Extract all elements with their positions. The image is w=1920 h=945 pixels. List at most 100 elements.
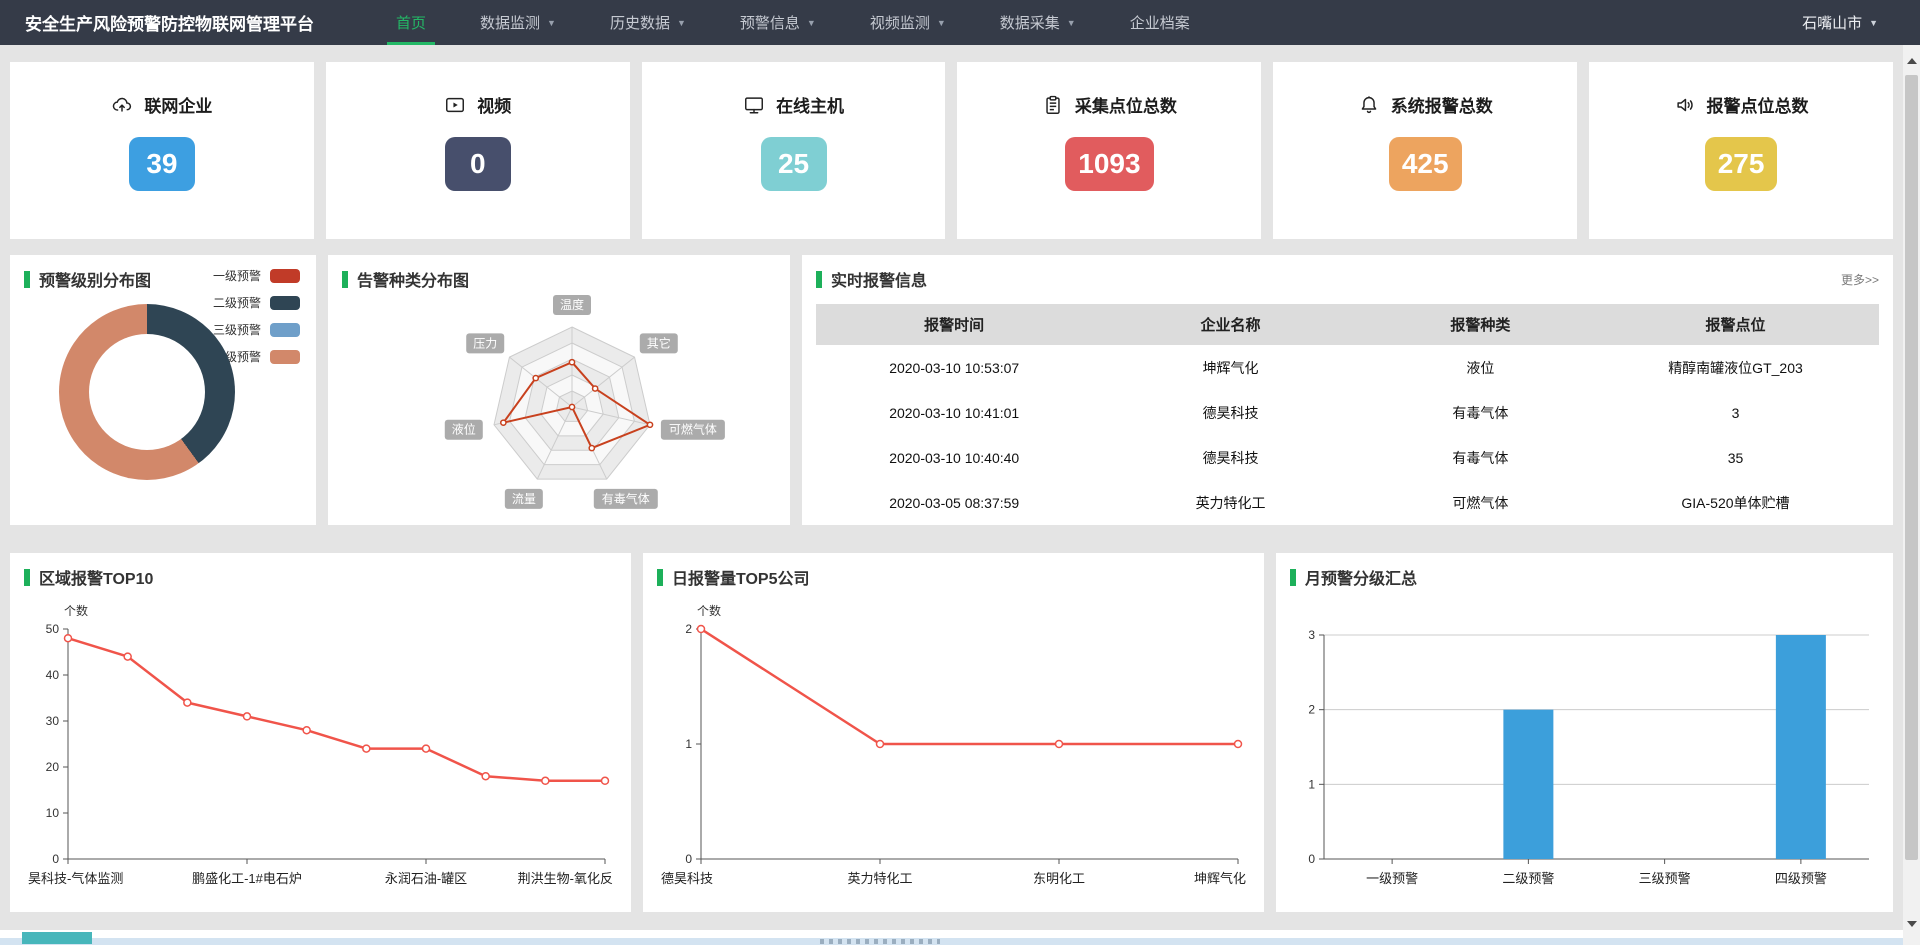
bar-3[interactable] [1776,635,1826,859]
vertical-scrollbar[interactable] [1903,45,1920,945]
horizontal-scrollbar[interactable] [0,938,1903,945]
top5-line-chart[interactable]: 012个数德昊科技英力特化工东明化工坤辉气化 [657,593,1250,903]
scrollbar-thumb[interactable] [1905,75,1918,860]
svg-text:3: 3 [1308,628,1315,642]
table-cell: 3 [1592,390,1879,435]
legend-item-0[interactable]: 一级预警 [213,267,300,284]
legend-swatch [270,350,300,364]
panel-title: 实时报警信息 [831,267,927,291]
stat-value-badge: 275 [1705,137,1778,191]
panel-title-row: 告警种类分布图 [342,267,776,291]
radar-axis-label: 压力 [466,333,504,353]
panel-region-alarm-top10: 区域报警TOP10 01020304050个数昊科技-气体监测鹏盛化工-1#电石… [10,553,631,912]
speaker-icon [1674,94,1696,116]
svg-text:昊科技-气体监测: 昊科技-气体监测 [28,871,123,886]
app-title: 安全生产风险预警防控物联网管理平台 [25,10,314,35]
table-cell: 德昊科技 [1092,435,1368,480]
table-cell: 有毒气体 [1369,435,1592,480]
nav-item-1[interactable]: 数据监测▼ [465,0,571,45]
region-selector[interactable]: 石嘴山市 ▼ [1802,12,1878,33]
panel-title-row: 区域报警TOP10 [24,565,617,589]
caret-down-icon: ▼ [677,18,686,28]
horizontal-scrollbar-thumb[interactable] [820,939,940,944]
nav-item-3[interactable]: 预警信息▼ [725,0,831,45]
donut-chart[interactable] [59,304,235,480]
panel-daily-alarm-top5: 日报警量TOP5公司 012个数德昊科技英力特化工东明化工坤辉气化 [643,553,1264,912]
bottom-left-teal-block [22,932,92,944]
nav-item-4[interactable]: 视频监测▼ [855,0,961,45]
radar-axis-label: 流量 [505,489,543,509]
radar-axis-label: 其它 [640,333,678,353]
stat-label: 在线主机 [776,92,844,117]
stat-label: 报警点位总数 [1707,92,1809,117]
stat-card-4: 系统报警总数425 [1273,62,1577,239]
panel-alarm-type-radar: 告警种类分布图 温度其它可燃气体有毒气体流量液位压力 [328,255,790,525]
panel-monthly-warning-summary: 月预警分级汇总 0123一级预警二级预警三级预警四级预警 [1276,553,1893,912]
panel-title-row: 日报警量TOP5公司 [657,565,1250,589]
table-row[interactable]: 2020-03-10 10:41:01德昊科技有毒气体3 [816,390,1879,435]
video-icon [444,94,466,116]
svg-text:液位: 液位 [452,422,476,437]
radar-chart[interactable]: 温度其它可燃气体有毒气体流量液位压力 [342,295,776,521]
panel-title-row: 实时报警信息 更多>> [816,267,1879,291]
monthly-bar-chart[interactable]: 0123一级预警二级预警三级预警四级预警 [1290,593,1879,903]
caret-down-icon: ▼ [1067,18,1076,28]
caret-down-icon: ▼ [807,18,816,28]
legend-label: 三级预警 [213,321,261,338]
legend-label: 二级预警 [213,294,261,311]
stat-value-badge: 425 [1389,137,1462,191]
table-cell: 德昊科技 [1092,390,1368,435]
scroll-down-arrow-icon[interactable] [1903,914,1920,933]
stat-value-badge: 0 [445,137,511,191]
svg-text:1: 1 [1308,777,1315,791]
table-cell: 英力特化工 [1092,480,1368,525]
svg-text:2: 2 [685,622,692,636]
stat-card-head: 联网企业 [111,92,212,117]
table-cell: 精醇南罐液位GT_203 [1592,345,1879,390]
top-nav: 安全生产风险预警防控物联网管理平台 首页数据监测▼ 历史数据▼ 预警信息▼ 视频监测▼… [0,0,1920,45]
svg-text:二级预警: 二级预警 [1502,871,1554,886]
svg-text:四级预警: 四级预警 [1775,871,1827,886]
title-accent-bar [1290,569,1296,586]
svg-text:东明化工: 东明化工 [1033,871,1085,886]
stat-cards: 联网企业39视频0在线主机25采集点位总数1093系统报警总数425报警点位总数… [10,62,1893,239]
stat-value-badge: 39 [129,137,195,191]
radar-axis-label: 可燃气体 [661,420,725,440]
stat-card-head: 在线主机 [743,92,844,117]
table-row[interactable]: 2020-03-05 08:37:59英力特化工可燃气体GIA-520单体贮槽 [816,480,1879,525]
nav-item-6[interactable]: 企业档案 [1115,0,1205,45]
table-column-header: 报警点位 [1592,304,1879,345]
bar-1[interactable] [1503,710,1553,859]
svg-text:1: 1 [685,737,692,751]
legend-swatch [270,269,300,283]
top10-line-chart[interactable]: 01020304050个数昊科技-气体监测鹏盛化工-1#电石炉永润石油-罐区荆洪… [24,593,617,903]
nav-item-2[interactable]: 历史数据▼ [595,0,701,45]
svg-text:压力: 压力 [473,336,497,350]
table-cell: 35 [1592,435,1879,480]
title-accent-bar [657,569,663,586]
caret-down-icon: ▼ [547,18,556,28]
svg-text:可燃气体: 可燃气体 [669,422,717,437]
table-cell: 2020-03-10 10:41:01 [816,390,1092,435]
cloud-upload-icon [111,94,133,116]
legend-item-2[interactable]: 三级预警 [213,321,300,338]
clipboard-icon [1042,94,1064,116]
radar-axis-label: 有毒气体 [594,489,658,509]
svg-text:一级预警: 一级预警 [1366,871,1418,886]
stat-card-5: 报警点位总数 275 [1589,62,1893,239]
nav-item-0[interactable]: 首页 [381,0,441,45]
title-accent-bar [816,271,822,288]
nav-item-5[interactable]: 数据采集▼ [985,0,1091,45]
table-row[interactable]: 2020-03-10 10:40:40德昊科技有毒气体35 [816,435,1879,480]
scroll-up-arrow-icon[interactable] [1903,51,1920,70]
region-label: 石嘴山市 [1802,12,1862,33]
svg-text:鹏盛化工-1#电石炉: 鹏盛化工-1#电石炉 [192,871,302,886]
table-cell: 2020-03-10 10:53:07 [816,345,1092,390]
table-row[interactable]: 2020-03-10 10:53:07坤辉气化液位精醇南罐液位GT_203 [816,345,1879,390]
stat-card-head: 报警点位总数 [1674,92,1809,117]
svg-text:40: 40 [46,668,60,682]
stat-card-head: 采集点位总数 [1042,92,1177,117]
legend-item-1[interactable]: 二级预警 [213,294,300,311]
bell-icon [1358,94,1380,116]
more-link[interactable]: 更多>> [1841,271,1879,288]
